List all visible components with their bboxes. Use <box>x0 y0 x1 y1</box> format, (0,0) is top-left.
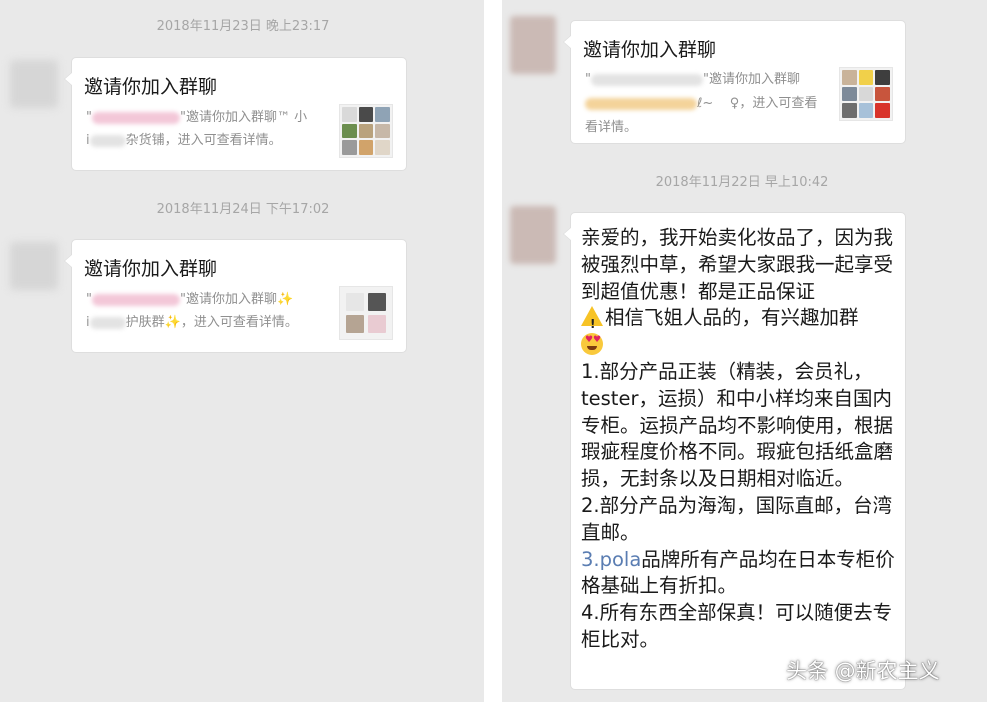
group-invite-card[interactable]: 邀请你加入群聊 " "邀请你加入群聊✨ i 护肤群✨，进入可查看详情。 <box>64 239 407 353</box>
invite-desc-line1: " "邀请你加入群聊 <box>585 72 800 87</box>
group-invite-card[interactable]: 邀请你加入群聊 " "邀请你加入群聊 ℓ~ ♀，进入可查看 看详情。 <box>563 20 906 144</box>
invite-desc-line2: i 护肤群✨，进入可查看详情。 <box>86 315 298 330</box>
avatar[interactable] <box>510 16 556 74</box>
message-paragraph-4: 3.pola品牌所有产品均在日本专柜价格基础上有折扣。 <box>581 547 895 598</box>
chat-timestamp: 2018年11月23日 晚上23:17 <box>156 19 330 34</box>
text-message-bubble[interactable]: 亲爱的，我开始卖化妆品了，因为我被强烈中草，希望大家跟我一起享受到超值优惠！都是… <box>563 212 906 690</box>
group-avatar-thumbnail <box>339 286 393 340</box>
avatar[interactable] <box>510 206 556 264</box>
right-chat-screenshot: 邀请你加入群聊 " "邀请你加入群聊 ℓ~ ♀，进入可查看 看详情。 2018年1… <box>502 0 987 702</box>
message-paragraph-5: 4.所有东西全部保真！可以随便去专柜比对。 <box>581 601 893 651</box>
warning-emoji-icon: ! <box>581 306 603 331</box>
invite-desc-line1: " "邀请你加入群聊™ 小 <box>86 110 308 125</box>
group-avatar-thumbnail <box>839 67 893 121</box>
avatar[interactable] <box>10 242 58 290</box>
message-paragraph-3: 2.部分产品为海淘，国际直邮，台湾直邮。 <box>581 493 893 544</box>
invite-desc-line2: ℓ~ ♀，进入可查看 <box>585 92 817 111</box>
watermark: 头条 @新农主义 <box>786 659 940 683</box>
invite-title: 邀请你加入群聊 <box>583 39 717 61</box>
invite-desc-line1: " "邀请你加入群聊✨ <box>86 292 294 307</box>
left-chat-screenshot: 2018年11月23日 晚上23:17 邀请你加入群聊 " "邀请你加入群聊™ 小… <box>0 0 484 702</box>
invite-desc-line2: i 杂货铺，进入可查看详情。 <box>86 133 282 148</box>
group-avatar-thumbnail <box>339 104 393 158</box>
pola-link[interactable]: 3.pola <box>581 548 641 571</box>
group-invite-card[interactable]: 邀请你加入群聊 " "邀请你加入群聊™ 小 i 杂货铺，进入可查看详情。 <box>64 57 407 171</box>
heart-eyes-emoji-icon <box>581 333 603 356</box>
avatar[interactable] <box>10 60 58 108</box>
message-paragraph-1: 亲爱的，我开始卖化妆品了，因为我被强烈中草，希望大家跟我一起享受到超值优惠！都是… <box>581 225 897 359</box>
message-text: 亲爱的，我开始卖化妆品了，因为我被强烈中草，希望大家跟我一起享受到超值优惠！都是… <box>581 225 897 654</box>
invite-desc-line3: 看详情。 <box>585 120 638 135</box>
chat-timestamp: 2018年11月24日 下午17:02 <box>156 202 330 217</box>
chat-timestamp: 2018年11月22日 早上10:42 <box>655 175 829 190</box>
invite-title: 邀请你加入群聊 <box>84 76 218 98</box>
invite-title: 邀请你加入群聊 <box>84 258 218 280</box>
message-paragraph-2: 1.部分产品正装（精装，会员礼，tester，运损）和中小样均来自国内专柜。运损… <box>581 359 894 491</box>
